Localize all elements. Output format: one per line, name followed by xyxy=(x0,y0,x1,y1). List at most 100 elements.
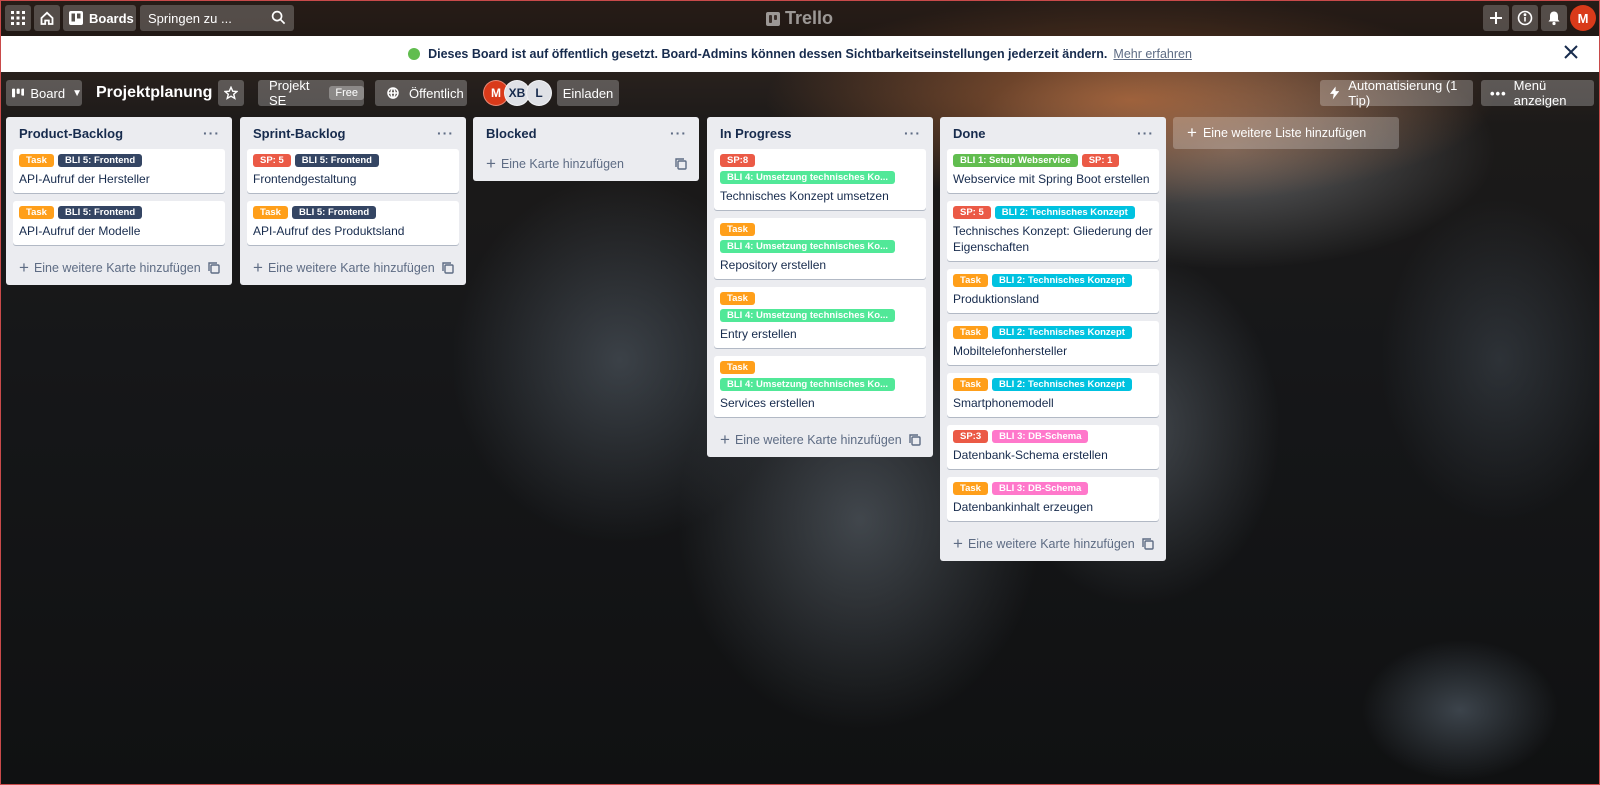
card-title: Frontendgestaltung xyxy=(253,172,357,186)
show-menu-label: Menü anzeigen xyxy=(1513,78,1567,108)
home-icon xyxy=(40,11,54,25)
add-card-label: Eine weitere Karte hinzufügen xyxy=(267,261,435,275)
invite-button[interactable]: Einladen xyxy=(557,80,619,106)
list-menu-icon[interactable]: ··· xyxy=(203,126,220,140)
card-label: BLI 3: DB-Schema xyxy=(992,430,1089,443)
automation-button[interactable]: Automatisierung (1 Tip) xyxy=(1320,78,1473,108)
member-initials: M xyxy=(491,86,501,100)
add-card-button[interactable]: + Eine weitere Karte hinzufügen xyxy=(253,258,435,277)
trello-logo[interactable]: Trello xyxy=(766,8,833,29)
list-header: Done ··· xyxy=(940,117,1166,149)
list-sprint-backlog[interactable]: Sprint-Backlog ··· SP: 5 BLI 5: Frontend… xyxy=(240,117,466,285)
visibility-button[interactable]: Öffentlich xyxy=(375,80,467,106)
plus-icon: + xyxy=(19,258,29,277)
list-menu-icon[interactable]: ··· xyxy=(904,126,921,140)
card[interactable]: Task BLI 5: Frontend API-Aufruf der Mode… xyxy=(13,201,225,245)
card-template-icon[interactable] xyxy=(909,434,921,446)
card[interactable]: Task BLI 4: Umsetzung technisches Ko... … xyxy=(714,287,926,348)
card[interactable]: Task BLI 5: Frontend API-Aufruf der Hers… xyxy=(13,149,225,193)
list-title[interactable]: Blocked xyxy=(486,126,537,141)
card[interactable]: Task BLI 2: Technisches Konzept Smartpho… xyxy=(947,373,1159,417)
info-button[interactable] xyxy=(1512,5,1538,31)
card-title: Repository erstellen xyxy=(720,258,827,272)
add-list-button[interactable]: + Eine weitere Liste hinzufügen xyxy=(1173,117,1399,149)
card-template-icon[interactable] xyxy=(675,158,687,170)
list-in-progress[interactable]: In Progress ··· SP:8 BLI 4: Umsetzung te… xyxy=(707,117,933,457)
card[interactable]: SP: 5 BLI 5: Frontend Frontendgestaltung xyxy=(247,149,459,193)
board-title[interactable]: Projektplanung xyxy=(96,82,212,104)
board-view-switcher[interactable]: Board ▼ xyxy=(6,80,82,106)
list-header: Sprint-Backlog ··· xyxy=(240,117,466,149)
add-card-button[interactable]: + Eine weitere Karte hinzufügen xyxy=(953,535,1135,552)
add-card-button[interactable]: + Eine weitere Karte hinzufügen xyxy=(19,258,201,277)
list-header: Product-Backlog ··· xyxy=(6,117,232,149)
list-done[interactable]: Done ··· BLI 1: Setup Webservice SP: 1 W… xyxy=(940,117,1166,561)
card[interactable]: BLI 1: Setup Webservice SP: 1 Webservice… xyxy=(947,149,1159,193)
card[interactable]: Task BLI 2: Technisches Konzept Produkti… xyxy=(947,269,1159,313)
member-initials: L xyxy=(535,86,543,100)
list-menu-icon[interactable]: ··· xyxy=(670,126,687,140)
visibility-label: Öffentlich xyxy=(409,85,464,101)
home-button[interactable] xyxy=(34,5,60,31)
card-template-icon[interactable] xyxy=(208,262,220,274)
card[interactable]: Task BLI 5: Frontend API-Aufruf des Prod… xyxy=(247,201,459,245)
list-menu-icon[interactable]: ··· xyxy=(437,126,454,140)
card-label: Task xyxy=(953,378,988,391)
list-title[interactable]: Product-Backlog xyxy=(19,126,123,141)
search-box[interactable] xyxy=(140,5,294,31)
notifications-button[interactable] xyxy=(1541,5,1567,31)
board-view-label: Board xyxy=(30,85,66,101)
list-header: In Progress ··· xyxy=(707,117,933,149)
card-label: BLI 4: Umsetzung technisches Ko... xyxy=(720,309,895,322)
card-label: BLI 5: Frontend xyxy=(291,206,377,219)
list-menu-icon[interactable]: ··· xyxy=(1137,126,1154,140)
list-title[interactable]: Done xyxy=(953,126,986,141)
close-banner-icon[interactable] xyxy=(1563,44,1579,60)
board-icon xyxy=(69,11,83,25)
list-title[interactable]: In Progress xyxy=(720,126,792,141)
star-icon xyxy=(224,86,238,100)
add-list-label: Eine weitere Liste hinzufügen xyxy=(1202,126,1367,140)
more-dots-icon: ••• xyxy=(1490,85,1507,101)
member-avatar-l[interactable]: L xyxy=(526,80,552,106)
card[interactable]: SP:8 BLI 4: Umsetzung technisches Ko... … xyxy=(714,149,926,210)
list-title[interactable]: Sprint-Backlog xyxy=(253,126,345,141)
card[interactable]: Task BLI 2: Technisches Konzept Mobiltel… xyxy=(947,321,1159,365)
show-menu-button[interactable]: ••• Menü anzeigen xyxy=(1481,78,1594,108)
star-button[interactable] xyxy=(218,80,244,106)
add-card-button[interactable]: + Eine weitere Karte hinzufügen xyxy=(720,431,902,448)
list-blocked[interactable]: Blocked ··· + Eine Karte hinzufügen xyxy=(473,117,699,181)
card-label: BLI 4: Umsetzung technisches Ko... xyxy=(720,378,895,391)
card-label: SP: 1 xyxy=(1081,154,1120,167)
card-label: Task xyxy=(19,154,54,167)
search-input[interactable] xyxy=(140,5,266,31)
boards-button[interactable]: Boards xyxy=(63,5,136,31)
card[interactable]: Task BLI 4: Umsetzung technisches Ko... … xyxy=(714,356,926,417)
automation-label: Automatisierung (1 Tip) xyxy=(1348,78,1458,108)
list-product-backlog[interactable]: Product-Backlog ··· Task BLI 5: Frontend… xyxy=(6,117,232,285)
card-label: Task xyxy=(720,223,755,236)
create-button[interactable] xyxy=(1483,5,1509,31)
learn-more-link[interactable]: Mehr erfahren xyxy=(1113,47,1192,61)
list-header: Blocked ··· xyxy=(473,117,699,149)
card[interactable]: SP: 5 BLI 2: Technisches Konzept Technis… xyxy=(947,201,1159,261)
card-label: BLI 4: Umsetzung technisches Ko... xyxy=(720,240,895,253)
user-avatar-initial: M xyxy=(1577,10,1589,26)
card-title: Webservice mit Spring Boot erstellen xyxy=(953,172,1150,186)
add-card-label: Eine weitere Karte hinzufügen xyxy=(33,261,201,275)
card[interactable]: SP:3 BLI 3: DB-Schema Datenbank-Schema e… xyxy=(947,425,1159,469)
card-label: BLI 2: Technisches Konzept xyxy=(994,206,1135,219)
card-template-icon[interactable] xyxy=(1142,538,1154,550)
chevron-down-icon: ▼ xyxy=(72,87,82,99)
card-label: BLI 2: Technisches Konzept xyxy=(991,274,1132,287)
workspace-button[interactable]: Projekt SE Free xyxy=(258,78,364,108)
card-template-icon[interactable] xyxy=(442,262,454,274)
card[interactable]: Task BLI 3: DB-Schema Datenbankinhalt er… xyxy=(947,477,1159,521)
workspace-name: Projekt SE xyxy=(269,78,310,108)
add-card-button[interactable]: + Eine Karte hinzufügen xyxy=(486,155,624,172)
plus-icon: + xyxy=(253,258,263,277)
card[interactable]: Task BLI 4: Umsetzung technisches Ko... … xyxy=(714,218,926,279)
app-switcher-button[interactable] xyxy=(5,5,31,31)
user-avatar[interactable]: M xyxy=(1570,5,1596,31)
card-label: Task xyxy=(953,274,988,287)
